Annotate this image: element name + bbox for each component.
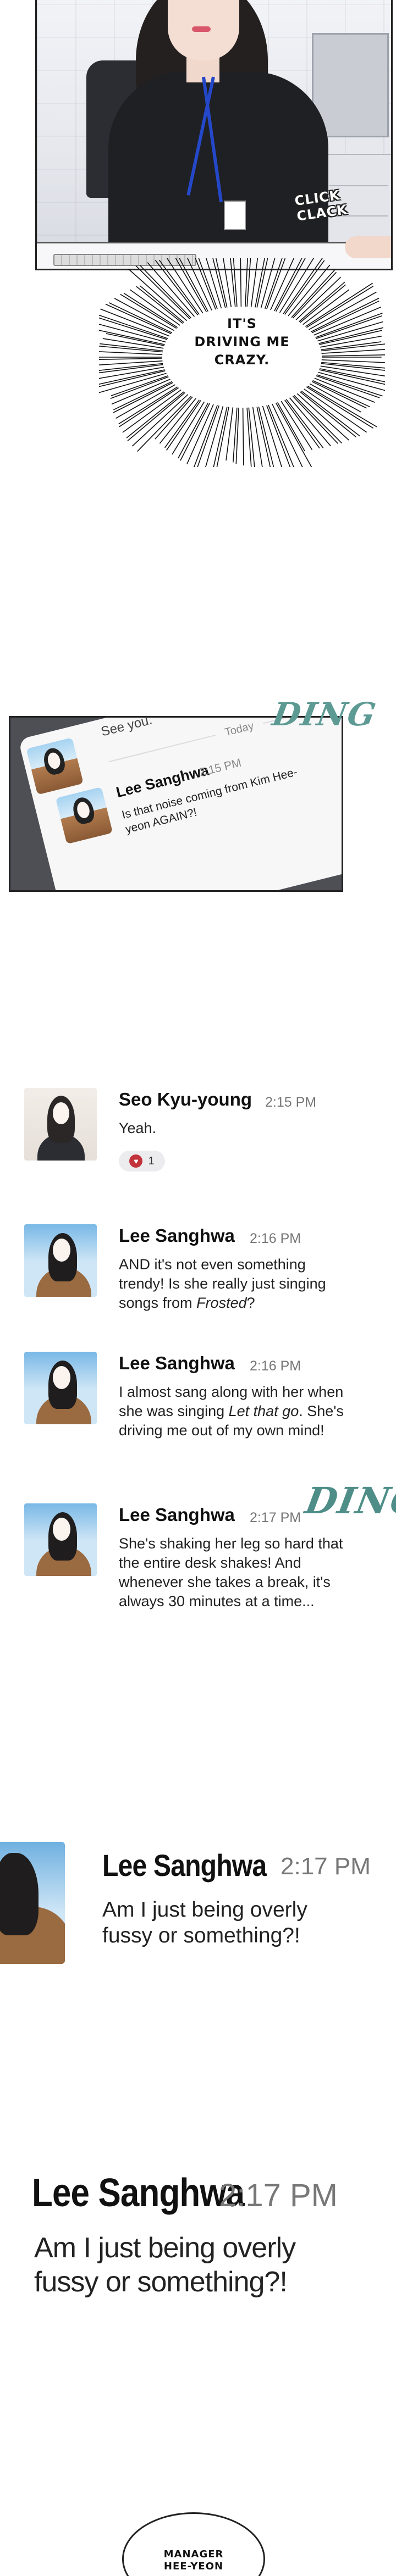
bubble-line-2: HEE-YEON [163,2561,224,2572]
avatar [24,1503,97,1576]
bubble-line-1: MANAGER [163,2549,224,2560]
sender-name: Lee Sanghwa [119,1225,235,1246]
reaction-badge[interactable]: ♥ 1 [119,1151,165,1172]
burst-bubble-text: IT'S DRIVING ME CRAZY. [193,315,292,369]
burst-ray [250,258,258,307]
burst-ray [119,387,179,428]
message-time: 2:17 PM [280,1853,371,1880]
burst-line-2: DRIVING ME [194,334,290,349]
burst-ray [193,405,218,467]
message-text: She's shaking her leg so hard that the e… [119,1535,343,1609]
sender-name: Lee Sanghwa [32,2171,245,2215]
burst-ray [246,258,251,307]
reaction-count: 1 [148,1154,155,1167]
burst-ray [126,391,184,438]
message-time: 2:15 PM [197,756,243,779]
chat-message: Lee Sanghwa 2:16 PM AND it's not even so… [24,1224,376,1312]
phone-screen: See you. Today Lee Sanghwa 2:15 PM Is th… [18,716,342,890]
sender-name: Lee Sanghwa [102,1848,267,1883]
burst-ray [272,403,303,467]
burst-ray [316,315,382,339]
avatar [24,1224,97,1297]
burst-ray [321,343,385,352]
message-time: 2:17 PM [250,1510,301,1525]
message-text: AND it's not even something trendy! Is s… [119,1256,326,1311]
id-badge [224,201,246,230]
message-text: Yeah. [119,1120,157,1136]
burst-line-3: CRAZY. [214,352,270,368]
chat-message: Lee Sanghwa 2:16 PM I almost sang along … [24,1352,376,1445]
burst-ray [246,407,252,467]
sender-name: Lee Sanghwa [119,1504,235,1525]
burst-ray [195,258,216,310]
woman-lips [192,26,211,32]
burst-ray [240,258,242,307]
burst-ray [159,398,196,444]
burst-ray [242,407,244,466]
burst-ray [321,362,385,369]
burst-ray [99,351,163,355]
office-scene-panel: CLICK CLACK [35,0,393,270]
burst-ray [137,396,192,452]
sfx-ding: DING [302,1479,396,1522]
burst-line-1: IT'S [227,316,257,331]
burst-ray [172,401,205,455]
avatar [55,786,113,845]
burst-ray [131,394,189,447]
message-time: 2:16 PM [250,1231,301,1246]
message-time: 2:16 PM [250,1358,301,1374]
burst-ray [111,379,170,405]
chat-message: Seo Kyu-young 2:15 PM Yeah. ♥ 1 [24,1088,376,1176]
previous-message: See you. [99,716,154,740]
burst-ray [155,396,193,440]
message-time: 2:15 PM [265,1095,317,1110]
burst-ray [248,407,255,467]
speech-bubble-text: MANAGER HEE-YEON [144,2549,243,2573]
message-text: Am I just being overly fussy or somethin… [34,2232,296,2298]
heart-icon: ♥ [129,1154,143,1168]
typing-hand [345,236,391,258]
burst-ray [321,349,385,354]
burst-ray [164,399,200,448]
avatar [0,1842,65,1964]
burst-ray [212,258,226,308]
sender-name: Seo Kyu-young [119,1089,252,1109]
burst-ray [318,327,383,344]
burst-ray [167,258,204,314]
burst-ray [270,258,295,310]
message-time: 2:17 PM [219,2178,338,2213]
phone-notification-panel: See you. Today Lee Sanghwa 2:15 PM Is th… [9,716,343,892]
avatar [24,1088,97,1161]
burst-ray [99,358,163,360]
avatar [26,737,84,795]
date-divider-label: Today [213,718,265,743]
message-text: I almost sang along with her when she wa… [119,1384,344,1439]
burst-ray [319,369,385,385]
sender-name: Lee Sanghwa [119,1353,235,1373]
sfx-ding: DING [270,696,380,733]
burst-ray [321,354,385,357]
message-text: Am I just being overly fussy or somethin… [102,1898,307,1947]
woman-torso [108,71,328,253]
burst-ray [256,407,271,467]
avatar [24,1352,97,1424]
